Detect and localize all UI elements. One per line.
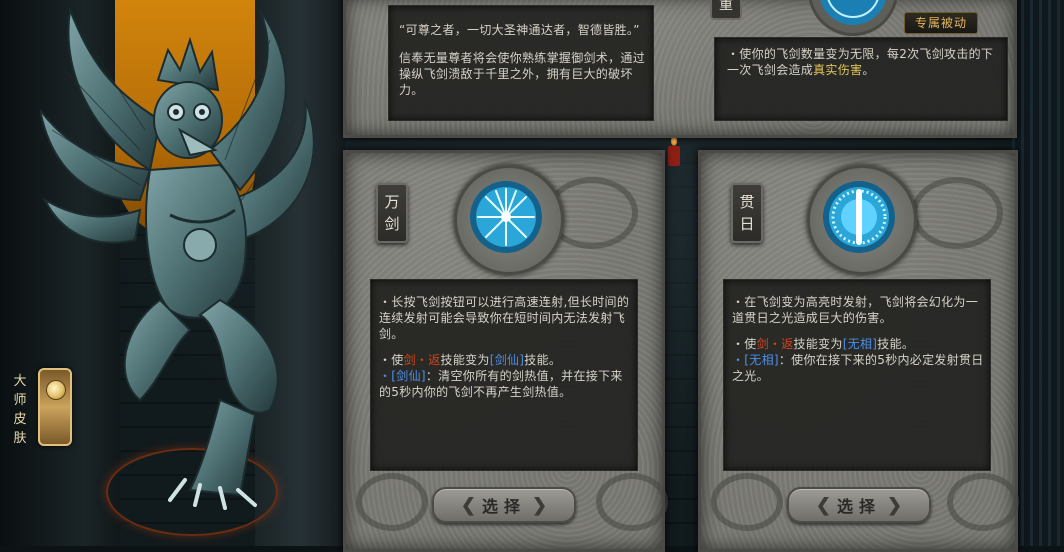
description-box: ・长按飞剑按钮可以进行高速连射,但长时间的连续发射可能会导致你在短时间内无法发射… xyxy=(370,279,638,471)
desc-line-2-a: ・使 xyxy=(379,353,404,367)
desc-line-1: ・在飞剑变为高亮时发射，飞剑将会幻化为一道贯日之光造成巨大的伤害。 xyxy=(732,295,979,325)
skill-return-name: 剑・返 xyxy=(403,353,441,367)
lore-box: “可尊之者，一切大圣神通达者，智德皆胜。” 信奉无量尊者将会使你熟练掌握御剑术，… xyxy=(388,5,654,121)
desc-line-3: ・[剑仙]：清空你所有的剑热值，并在接下来的5秒内你的飞剑不再产生剑热值。 xyxy=(379,368,631,400)
desc-line-2-b: 技能变为 xyxy=(793,337,843,351)
lore-text: 信奉无量尊者将会使你熟练掌握御剑术，通过操纵飞剑溃敌于千里之外，拥有巨大的破坏力… xyxy=(399,51,646,97)
decor-swirl xyxy=(911,177,1003,249)
myriad-swords-emblem-icon xyxy=(454,165,564,275)
decor-swirl xyxy=(596,473,668,531)
piercing-sun-emblem-icon xyxy=(807,165,917,275)
passive-highlight: 真实伤害 xyxy=(813,63,863,77)
description-box: ・在飞剑变为高亮时发射，飞剑将会幻化为一道贯日之光造成巨大的伤害。 ・使剑・返技… xyxy=(723,279,991,471)
skill-jianxian-name: [剑仙] xyxy=(489,353,525,367)
card-tag-wanjian: 万剑 xyxy=(376,183,408,243)
ability-card-guanri[interactable]: 贯日 ・在飞剑变为高亮时发射，飞剑将会幻化为一道贯日之光造成巨大的伤害。 ・使剑… xyxy=(698,150,1019,552)
desc-line-2-c: 技能。 xyxy=(524,353,562,367)
myriad-swords-glyph xyxy=(470,181,542,253)
passive-box: ・使你的飞剑数量变为无限，每2次飞剑攻击的下一次飞剑会造成真实伤害。 xyxy=(714,37,1008,121)
desc-line-3: ・[无相]：使你在接下来的5秒内必定发射贯日之光。 xyxy=(732,352,986,384)
desc-line-2-c: 技能。 xyxy=(877,337,915,351)
right-grate xyxy=(1012,0,1064,546)
desc-line-2-a: ・使 xyxy=(732,337,757,351)
skill-wuxiang-name: [无相] xyxy=(842,337,878,351)
desc-line-2-b: 技能变为 xyxy=(440,353,490,367)
garuda-statue xyxy=(40,6,315,510)
arrow-right-icon: ❯ xyxy=(532,494,548,516)
decor-swirl xyxy=(711,473,783,531)
select-label: 选择 xyxy=(481,497,526,516)
master-skin-button[interactable] xyxy=(38,368,72,446)
select-label: 选择 xyxy=(836,497,881,516)
exclusive-passive-tag: 专属被动 xyxy=(904,12,978,34)
passive-text: ・使你的飞剑数量变为无限，每2次飞剑攻击的下一次飞剑会造成真实伤害。 xyxy=(727,46,997,78)
desc-line-2: ・使剑・返技能变为[剑仙]技能。 xyxy=(379,352,631,368)
skill-return-name: 剑・返 xyxy=(756,337,794,351)
piercing-sun-glyph xyxy=(823,181,895,253)
ability-card-wanjian[interactable]: 万剑 ・长按飞剑按钮可以进行高速连射,但长时间的连续发射可能会导致你在短时间内无… xyxy=(343,150,668,552)
arrow-left-icon: ❮ xyxy=(815,494,831,516)
top-card-tag: 重 xyxy=(710,0,742,20)
passive-text-b: 。 xyxy=(862,63,875,77)
skin-gem-icon xyxy=(46,380,66,400)
desc-line-2: ・使剑・返技能变为[无相]技能。 xyxy=(732,336,986,352)
desc-line-1: ・长按飞剑按钮可以进行高速连射,但长时间的连续发射可能会导致你在短时间内无法发射… xyxy=(379,295,630,341)
lore-quote: “可尊之者，一切大圣神通达者，智德皆胜。” xyxy=(399,23,640,37)
arrow-left-icon: ❮ xyxy=(460,494,476,516)
skill-wuxiang-label: ・[无相] xyxy=(732,353,779,367)
select-button-guanri[interactable]: ❮ 选择 ❯ xyxy=(787,487,931,523)
skill-jianxian-label: ・[剑仙] xyxy=(379,369,426,383)
decor-swirl xyxy=(947,473,1019,531)
card-tag-guanri: 贯日 xyxy=(731,183,763,243)
decor-swirl xyxy=(356,473,428,531)
arrow-right-icon: ❯ xyxy=(887,494,903,516)
select-button-wanjian[interactable]: ❮ 选择 ❯ xyxy=(432,487,576,523)
master-skin-label: 大师皮肤 xyxy=(13,374,27,446)
candle-icon xyxy=(668,136,680,166)
